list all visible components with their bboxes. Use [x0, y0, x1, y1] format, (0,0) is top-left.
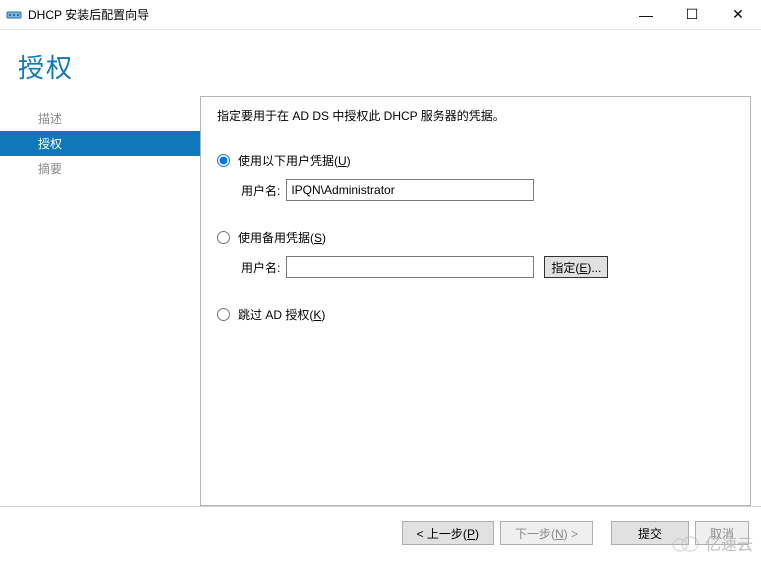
commit-button[interactable]: 提交 — [611, 521, 689, 545]
option-use-alt-creds[interactable]: 使用备用凭据(S) — [217, 229, 734, 246]
cancel-button[interactable]: 取消 — [695, 521, 749, 545]
instruction-text: 指定要用于在 AD DS 中授权此 DHCP 服务器的凭据。 — [217, 107, 734, 124]
back-button[interactable]: < 上一步(P) — [402, 521, 494, 545]
username-input-2[interactable] — [286, 256, 534, 278]
username-label-2: 用户名: — [241, 259, 280, 276]
maximize-button[interactable]: ☐ — [669, 0, 715, 29]
header: 授权 — [0, 30, 761, 96]
window-controls: — ☐ ✕ — [623, 0, 761, 29]
close-button[interactable]: ✕ — [715, 0, 761, 29]
specify-button[interactable]: 指定(E)... — [544, 256, 608, 278]
current-creds-field: 用户名: — [241, 179, 734, 201]
option-skip-ad-auth[interactable]: 跳过 AD 授权(K) — [217, 306, 734, 323]
radio-use-current-creds[interactable] — [217, 154, 230, 167]
page-title: 授权 — [18, 48, 761, 85]
footer: < 上一步(P) 下一步(N) > 提交 取消 — [0, 506, 761, 559]
titlebar: DHCP 安装后配置向导 — ☐ ✕ — [0, 0, 761, 30]
sidebar-item-summary[interactable]: 摘要 — [0, 156, 200, 181]
sidebar: 描述 授权 摘要 — [0, 96, 200, 506]
alt-creds-field: 用户名: 指定(E)... — [241, 256, 734, 278]
username-input-1[interactable] — [286, 179, 534, 201]
option3-label: 跳过 AD 授权(K) — [238, 306, 325, 323]
next-button[interactable]: 下一步(N) > — [500, 521, 593, 545]
main: 描述 授权 摘要 指定要用于在 AD DS 中授权此 DHCP 服务器的凭据。 … — [0, 96, 761, 506]
option2-label: 使用备用凭据(S) — [238, 229, 326, 246]
content-panel: 指定要用于在 AD DS 中授权此 DHCP 服务器的凭据。 使用以下用户凭据(… — [200, 96, 751, 506]
radio-use-alt-creds[interactable] — [217, 231, 230, 244]
window-title: DHCP 安装后配置向导 — [28, 6, 623, 23]
minimize-button[interactable]: — — [623, 0, 669, 29]
sidebar-item-description[interactable]: 描述 — [0, 106, 200, 131]
option-use-current-creds[interactable]: 使用以下用户凭据(U) — [217, 152, 734, 169]
username-label-1: 用户名: — [241, 182, 280, 199]
option1-label: 使用以下用户凭据(U) — [238, 152, 351, 169]
dhcp-icon — [6, 7, 22, 23]
sidebar-item-authorization[interactable]: 授权 — [0, 131, 200, 156]
radio-skip-ad-auth[interactable] — [217, 308, 230, 321]
